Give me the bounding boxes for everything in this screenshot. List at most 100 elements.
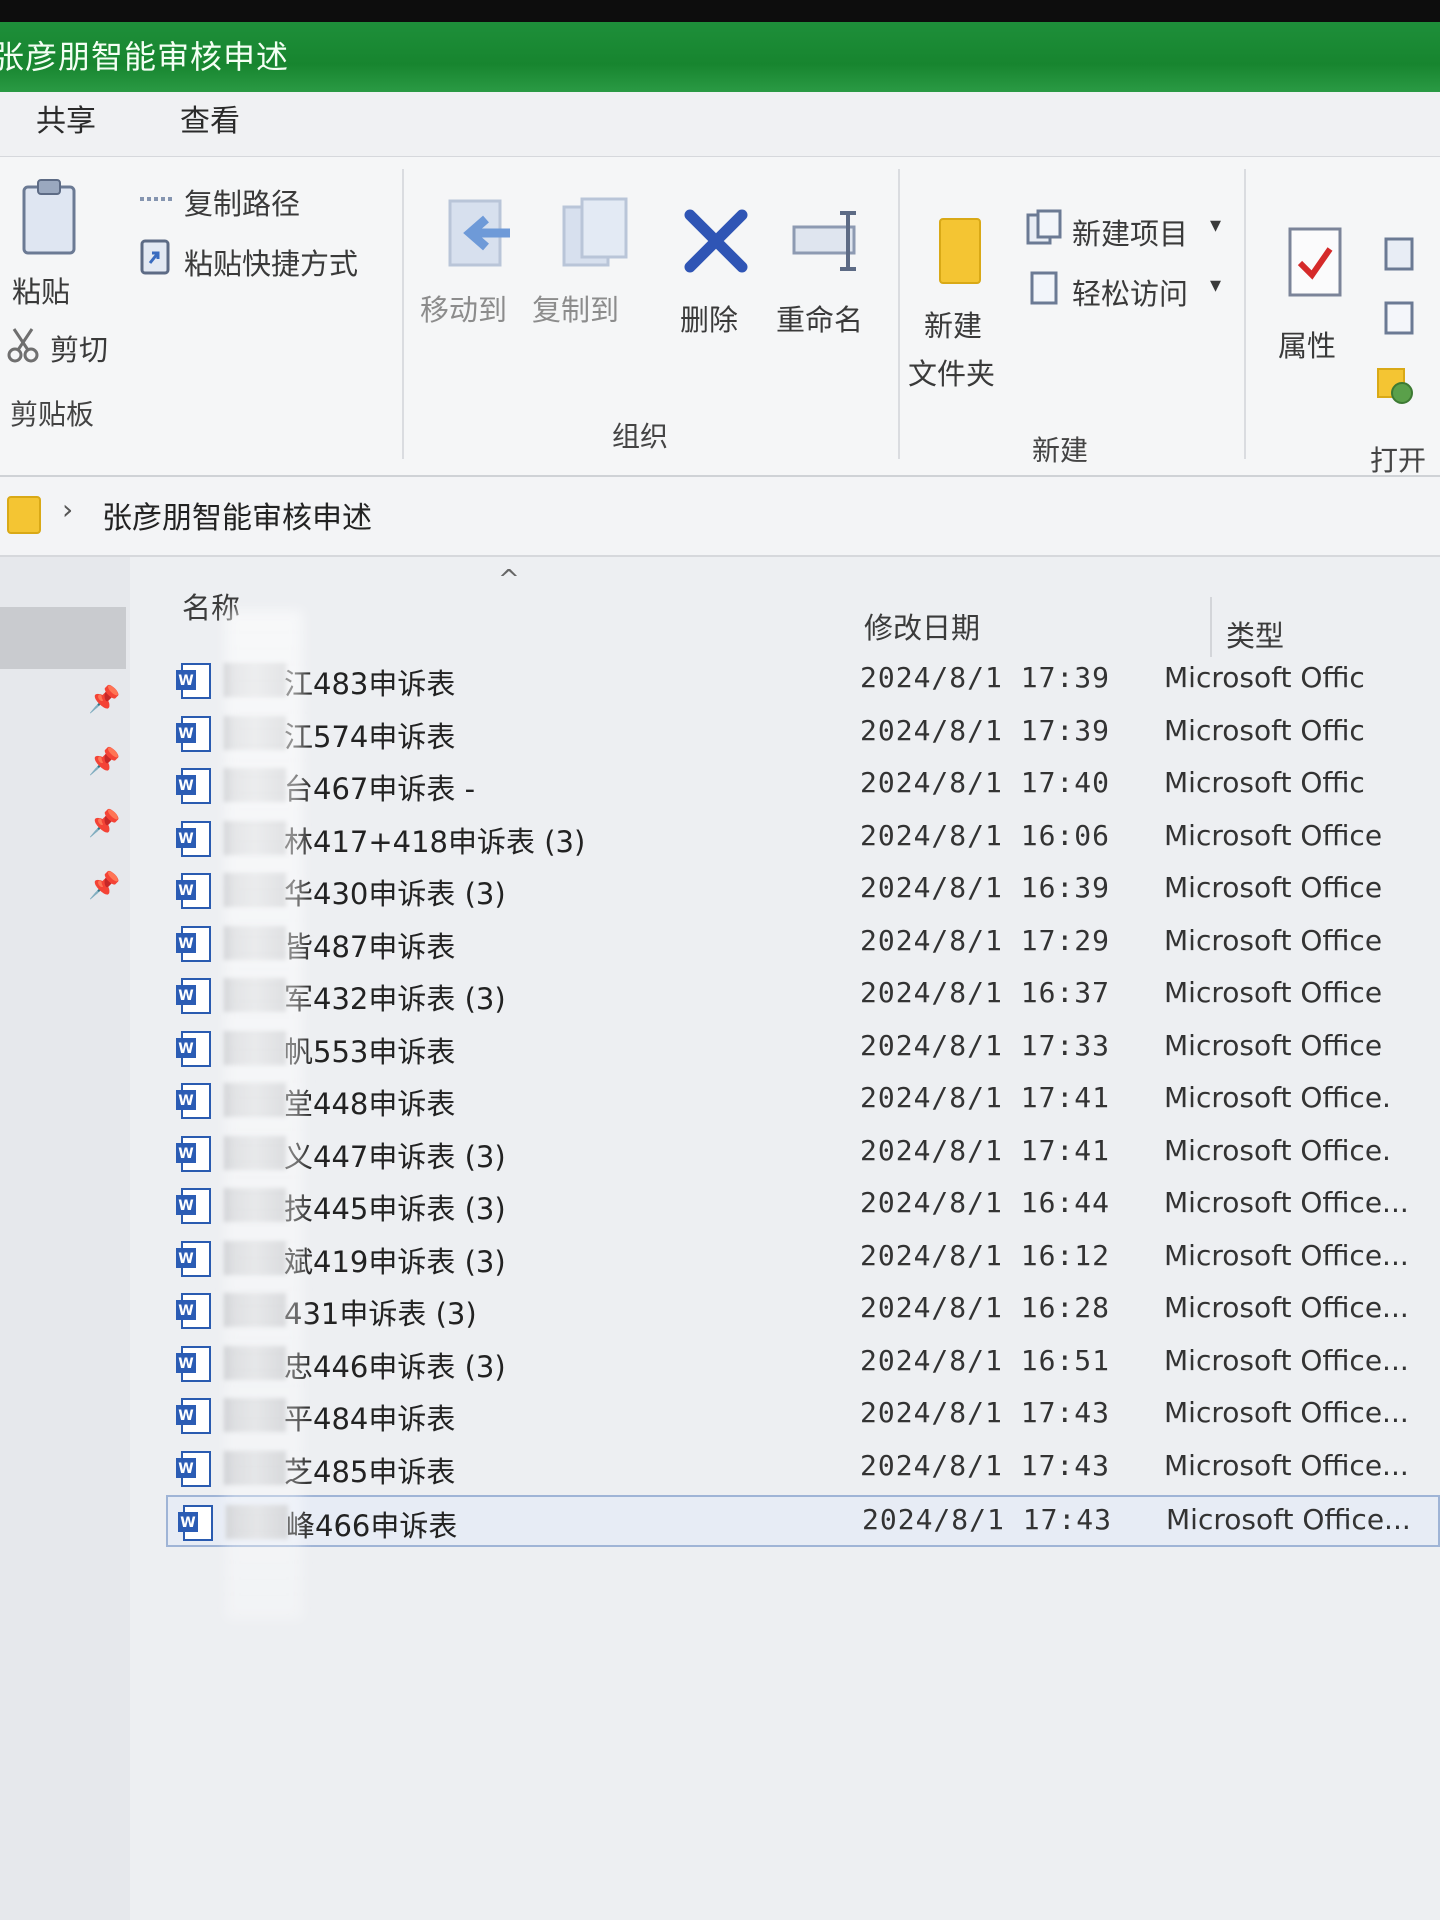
rename-button[interactable]: 重命名 [776,297,863,339]
pin-icon[interactable]: 📌 [88,871,120,901]
clipboard-paste-icon[interactable] [18,177,80,257]
paste-button[interactable]: 粘贴 [12,269,70,311]
file-type: Microsoft Offic [1164,661,1365,694]
file-row[interactable]: W 义447申诉表 (3) 2024/8/1 17:41 Microsoft Offi… [166,1128,1440,1180]
properties-icon[interactable] [1284,223,1346,301]
file-row[interactable]: W 帆553申诉表 2024/8/1 17:33 Microsoft Office [166,1023,1440,1075]
navigation-pane[interactable]: 📌 📌 📌 📌 [0,557,130,1920]
file-name: 431申诉表 (3) [284,1297,477,1331]
ribbon-separator [1244,169,1246,459]
pin-icon[interactable]: 📌 [88,685,120,715]
column-header-type[interactable]: 类型 [1226,613,1284,655]
word-document-icon: W [176,1450,211,1487]
file-row[interactable]: W 台467申诉表 - 2024/8/1 17:40 Microsoft Offic [166,760,1440,812]
breadcrumb-chevron-icon[interactable]: › [62,493,73,526]
file-type: Microsoft Office... [1164,1343,1409,1377]
new-item-button[interactable]: 新建项目 [1072,211,1188,253]
file-type: Microsoft Offic [1164,713,1365,747]
file-modified-date: 2024/8/1 16:28 [860,1291,1111,1324]
file-modified-date: 2024/8/1 17:40 [860,766,1111,799]
svg-text:W: W [178,1146,193,1162]
new-folder-icon[interactable] [932,213,988,289]
nav-selected-item[interactable] [0,607,126,669]
delete-x-icon[interactable] [680,205,752,277]
file-row[interactable]: W 峰466申诉表 2024/8/1 17:43 Microsoft Office..… [166,1495,1440,1547]
paste-shortcut-icon [140,239,170,275]
file-row[interactable]: W 江574申诉表 2024/8/1 17:39 Microsoft Offic [166,708,1440,760]
clipboard-group-label: 剪贴板 [10,398,95,431]
column-header-date[interactable]: 修改日期 [864,605,980,647]
copy-to-button[interactable]: 复制到 [532,287,619,329]
easy-access-button[interactable]: 轻松访问 [1072,271,1188,313]
file-type: Microsoft Office... [1164,1448,1409,1482]
tab-view[interactable]: 查看 [180,92,240,157]
delete-button[interactable]: 删除 [680,297,738,339]
svg-text:W: W [178,726,193,742]
svg-text:W: W [178,883,193,899]
file-row[interactable]: W 431申诉表 (3) 2024/8/1 16:28 Microsoft Offic… [166,1285,1440,1337]
file-name: 江483申诉表 [284,667,456,701]
file-modified-date: 2024/8/1 16:39 [860,871,1111,904]
file-name: 军432申诉表 (3) [284,982,506,1016]
file-row[interactable]: W 皆487申诉表 2024/8/1 17:29 Microsoft Office [166,918,1440,970]
edit-icon [1384,301,1414,335]
file-modified-date: 2024/8/1 16:44 [860,1186,1111,1219]
rename-icon[interactable] [788,205,868,277]
file-name: 斌419申诉表 (3) [284,1244,506,1279]
file-name: 忠446申诉表 (3) [284,1349,506,1384]
svg-text:W: W [178,1356,193,1372]
file-row[interactable]: W 芝485申诉表 2024/8/1 17:43 Microsoft Office..… [166,1443,1440,1495]
properties-button[interactable]: 属性 [1278,323,1336,365]
cut-button[interactable]: 剪切 [50,327,108,369]
word-document-icon: W [176,1188,211,1224]
copy-to-icon[interactable] [554,193,634,273]
copy-path-button[interactable]: 复制路径 [184,181,300,223]
organize-group-label: 组织 [612,420,669,453]
easy-access-dropdown-icon[interactable]: ▾ [1210,273,1221,298]
new-folder-label-1[interactable]: 新建 [924,303,982,345]
file-row[interactable]: W 堂448申诉表 2024/8/1 17:41 Microsoft Office. [166,1075,1440,1127]
move-to-button[interactable]: 移动到 [420,287,507,329]
paste-shortcut-button[interactable]: 粘贴快捷方式 [184,241,358,283]
file-row[interactable]: W 平484申诉表 2024/8/1 17:43 Microsoft Office..… [166,1390,1440,1442]
word-document-icon: W [176,715,211,752]
new-item-dropdown-icon[interactable]: ▾ [1210,213,1221,238]
file-type: Microsoft Office... [1166,1503,1411,1536]
svg-text:W: W [178,988,193,1004]
address-bar[interactable]: › 张彦朋智能审核申述 [0,477,1440,557]
new-folder-label-2[interactable]: 文件夹 [908,351,995,393]
file-row[interactable]: W 江483申诉表 2024/8/1 17:39 Microsoft Offic [166,655,1440,707]
file-row[interactable]: W 林417+418申诉表 (3) 2024/8/1 16:06 Microsoft … [166,813,1440,865]
tab-share[interactable]: 共享 [36,92,96,157]
word-document-icon: W [176,978,211,1014]
open-icon [1384,237,1414,271]
file-row[interactable]: W 技445申诉表 (3) 2024/8/1 16:44 Microsoft Offi… [166,1180,1440,1232]
file-name: 芝485申诉表 [284,1454,456,1489]
column-separator[interactable] [1210,597,1212,657]
file-type: Microsoft Office... [1164,1238,1409,1272]
move-to-icon[interactable] [440,193,520,273]
file-name: 皆487申诉表 [284,929,456,964]
pin-icon[interactable]: 📌 [88,809,120,839]
breadcrumb-current[interactable]: 张彦朋智能审核申述 [102,493,372,537]
window-title: 张彦朋智能审核申述 [0,38,290,76]
privacy-blur [225,610,303,1620]
copy-path-icon [140,197,172,201]
file-name: 技445申诉表 (3) [284,1192,506,1226]
file-row[interactable]: W 忠446申诉表 (3) 2024/8/1 16:51 Microsoft Offi… [166,1338,1440,1390]
file-row[interactable]: W 斌419申诉表 (3) 2024/8/1 16:12 Microsoft Offi… [166,1233,1440,1285]
file-modified-date: 2024/8/1 17:43 [860,1448,1111,1482]
file-row[interactable]: W 华430申诉表 (3) 2024/8/1 16:39 Microsoft Offi… [166,865,1440,917]
sort-ascending-icon: ^ [498,565,520,595]
file-modified-date: 2024/8/1 17:39 [860,713,1111,747]
file-modified-date: 2024/8/1 17:33 [860,1028,1111,1062]
svg-text:W: W [178,1251,193,1267]
pin-icon[interactable]: 📌 [88,747,120,777]
window-titlebar[interactable]: 张彦朋智能审核申述 [0,22,1440,92]
file-name: 峰466申诉表 [286,1509,458,1543]
file-type: Microsoft Office... [1164,1291,1409,1324]
file-type: Microsoft Office. [1164,1081,1391,1114]
file-type: Microsoft Office... [1164,1396,1409,1429]
file-row[interactable]: W 军432申诉表 (3) 2024/8/1 16:37 Microsoft Offi… [166,970,1440,1022]
svg-text:W: W [178,936,193,952]
